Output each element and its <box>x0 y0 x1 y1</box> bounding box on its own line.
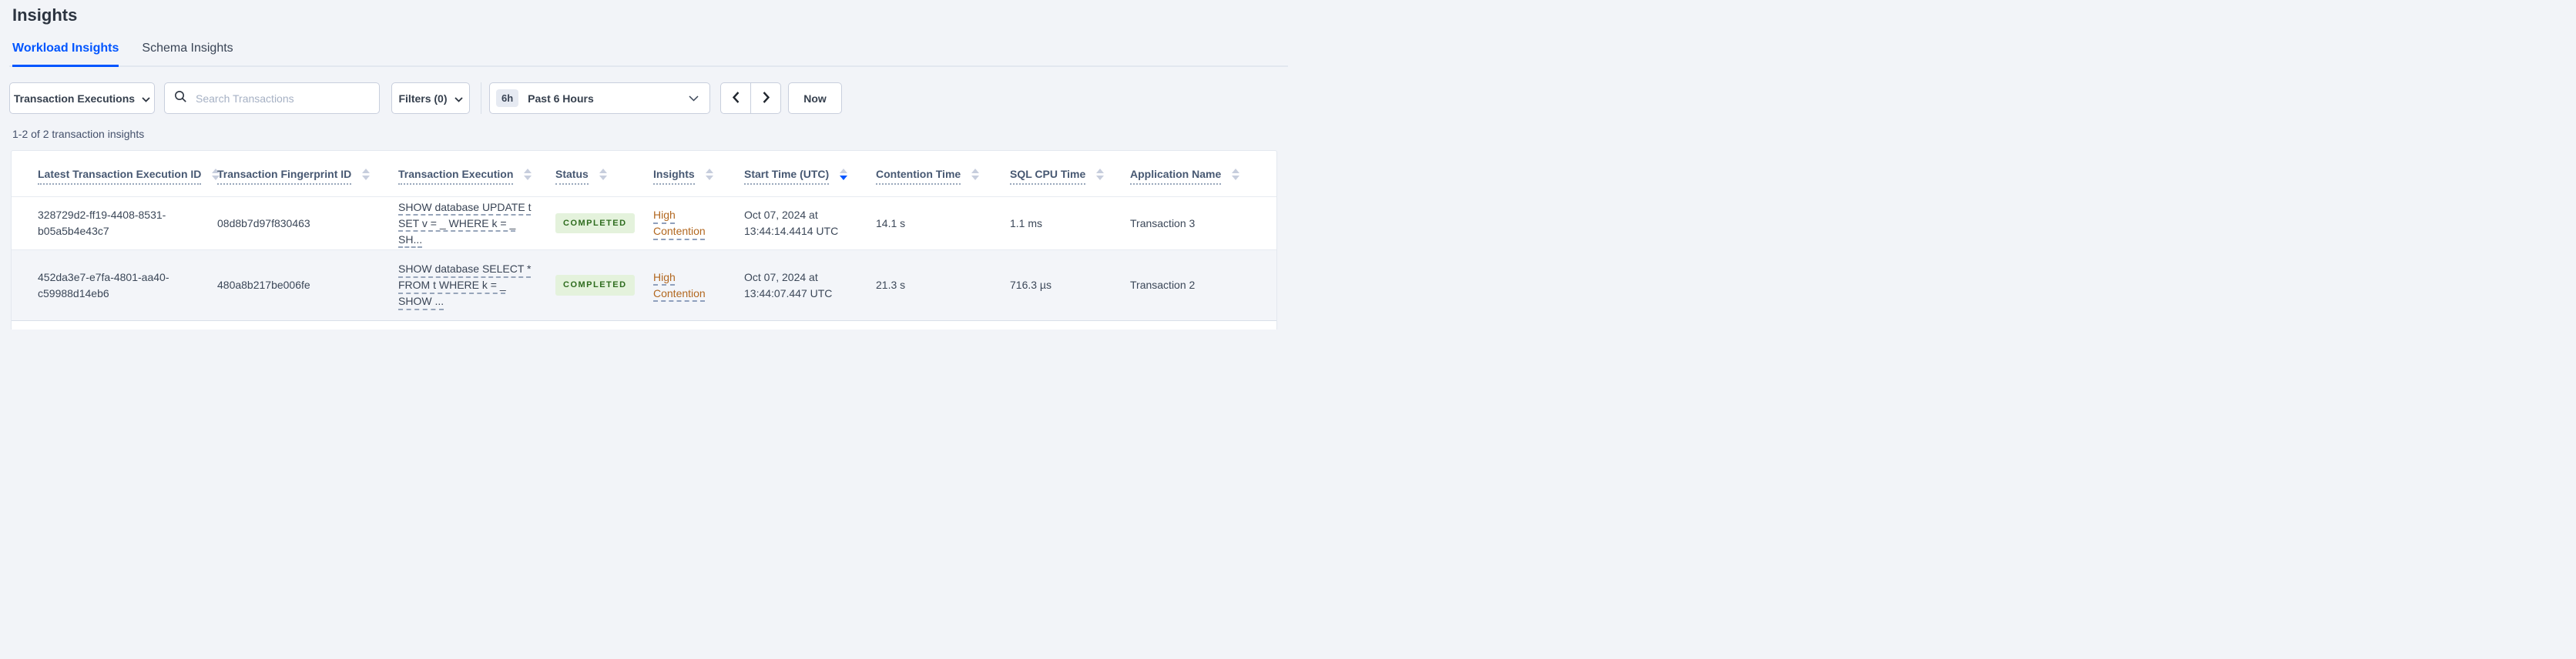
column-header-sql-cpu-time[interactable]: SQL CPU Time <box>1010 168 1130 185</box>
chevron-right-icon <box>763 91 770 105</box>
search-box[interactable] <box>164 82 380 114</box>
cell-fingerprint-id: 08d8b7d97f830463 <box>217 216 310 229</box>
results-summary: 1-2 of 2 transaction insights <box>12 128 145 140</box>
sort-icon[interactable] <box>524 168 532 184</box>
time-range-picker[interactable]: 6h Past 6 Hours <box>489 82 710 114</box>
toolbar: Transaction Executions Filters (0) 6h Pa… <box>0 82 1288 114</box>
tab-schema-insights[interactable]: Schema Insights <box>142 42 233 65</box>
sort-icon[interactable] <box>971 168 980 184</box>
execution-type-dropdown[interactable]: Transaction Executions <box>9 82 155 114</box>
chevron-down-icon <box>689 92 699 105</box>
column-header-latest-transaction-execution-id[interactable]: Latest Transaction Execution ID <box>12 168 220 185</box>
cell-insights: High Contention <box>653 269 744 302</box>
time-range-badge: 6h <box>496 89 519 107</box>
time-range-next-button[interactable] <box>750 82 781 114</box>
cell-start-time: Oct 07, 2024 at 13:44:14.4414 UTC <box>744 209 839 237</box>
cell-contention-time: 21.3 s <box>876 279 906 291</box>
column-header-status[interactable]: Status <box>555 168 653 185</box>
insights-page: Insights Workload Insights Schema Insigh… <box>0 0 1288 330</box>
column-header-contention-time[interactable]: Contention Time <box>876 168 1010 185</box>
column-header-start-time[interactable]: Start Time (UTC) <box>744 168 876 185</box>
time-range-label: Past 6 Hours <box>528 92 594 105</box>
table-row: 452da3e7-e7fa-4801-aa40-c59988d14eb6 480… <box>12 250 1276 321</box>
cell-sql-cpu-time: 716.3 µs <box>1010 279 1052 291</box>
cell-application-name: Transaction 3 <box>1130 216 1196 229</box>
table-row: 328729d2-ff19-4408-8531-b05a5b4e43c7 08d… <box>12 197 1276 250</box>
cell-latest-execution-id: 452da3e7-e7fa-4801-aa40-c59988d14eb6 <box>38 270 169 299</box>
cell-status: COMPLETED <box>555 212 653 234</box>
insight-link[interactable]: High Contention <box>653 207 712 239</box>
insight-link[interactable]: High Contention <box>653 269 712 302</box>
chevron-left-icon <box>732 91 740 105</box>
cell-insights: High Contention <box>653 207 744 239</box>
table-header-row: Latest Transaction Execution ID Transact… <box>12 151 1276 197</box>
tab-bar: Workload Insights Schema Insights <box>9 42 1288 67</box>
cell-transaction-execution: SHOW database SELECT * FROM t WHERE k = … <box>398 261 555 309</box>
cell-sql-cpu-time: 1.1 ms <box>1010 216 1043 229</box>
time-range-prev-button[interactable] <box>720 82 751 114</box>
sort-icon[interactable] <box>362 168 371 184</box>
now-button-label: Now <box>803 92 827 105</box>
filters-dropdown[interactable]: Filters (0) <box>391 82 470 114</box>
column-header-transaction-execution[interactable]: Transaction Execution <box>398 168 555 185</box>
cell-application-name: Transaction 2 <box>1130 279 1196 291</box>
search-input[interactable] <box>194 91 370 105</box>
cell-latest-execution-id: 328729d2-ff19-4408-8531-b05a5b4e43c7 <box>38 209 166 237</box>
cell-start-time: Oct 07, 2024 at 13:44:07.447 UTC <box>744 270 833 299</box>
transaction-execution-link[interactable]: SHOW database SELECT * FROM t WHERE k = … <box>398 261 538 309</box>
cell-status: COMPLETED <box>555 275 653 296</box>
sort-icon-active-desc[interactable] <box>840 168 848 184</box>
insights-table: Latest Transaction Execution ID Transact… <box>11 150 1277 330</box>
page-title: Insights <box>12 5 78 25</box>
column-header-application-name[interactable]: Application Name <box>1130 168 1276 185</box>
chevron-down-icon <box>454 92 463 105</box>
cell-fingerprint-id: 480a8b217be006fe <box>217 279 310 291</box>
chevron-down-icon <box>142 92 150 105</box>
now-button[interactable]: Now <box>788 82 842 114</box>
tab-workload-insights[interactable]: Workload Insights <box>12 42 119 67</box>
sort-icon[interactable] <box>599 168 607 184</box>
column-header-insights[interactable]: Insights <box>653 168 744 185</box>
status-badge: COMPLETED <box>555 212 635 234</box>
column-header-transaction-fingerprint-id[interactable]: Transaction Fingerprint ID <box>217 168 398 185</box>
sort-icon[interactable] <box>705 168 713 184</box>
execution-type-dropdown-label: Transaction Executions <box>13 92 136 105</box>
status-badge: COMPLETED <box>555 275 635 296</box>
sort-icon[interactable] <box>1096 168 1105 184</box>
transaction-execution-link[interactable]: SHOW database UPDATE t SET v = _ WHERE k… <box>398 199 538 248</box>
filters-dropdown-label: Filters (0) <box>398 92 448 105</box>
sort-icon[interactable] <box>1232 168 1240 184</box>
search-icon <box>174 90 187 107</box>
cell-contention-time: 14.1 s <box>876 216 906 229</box>
cell-transaction-execution: SHOW database UPDATE t SET v = _ WHERE k… <box>398 199 555 248</box>
